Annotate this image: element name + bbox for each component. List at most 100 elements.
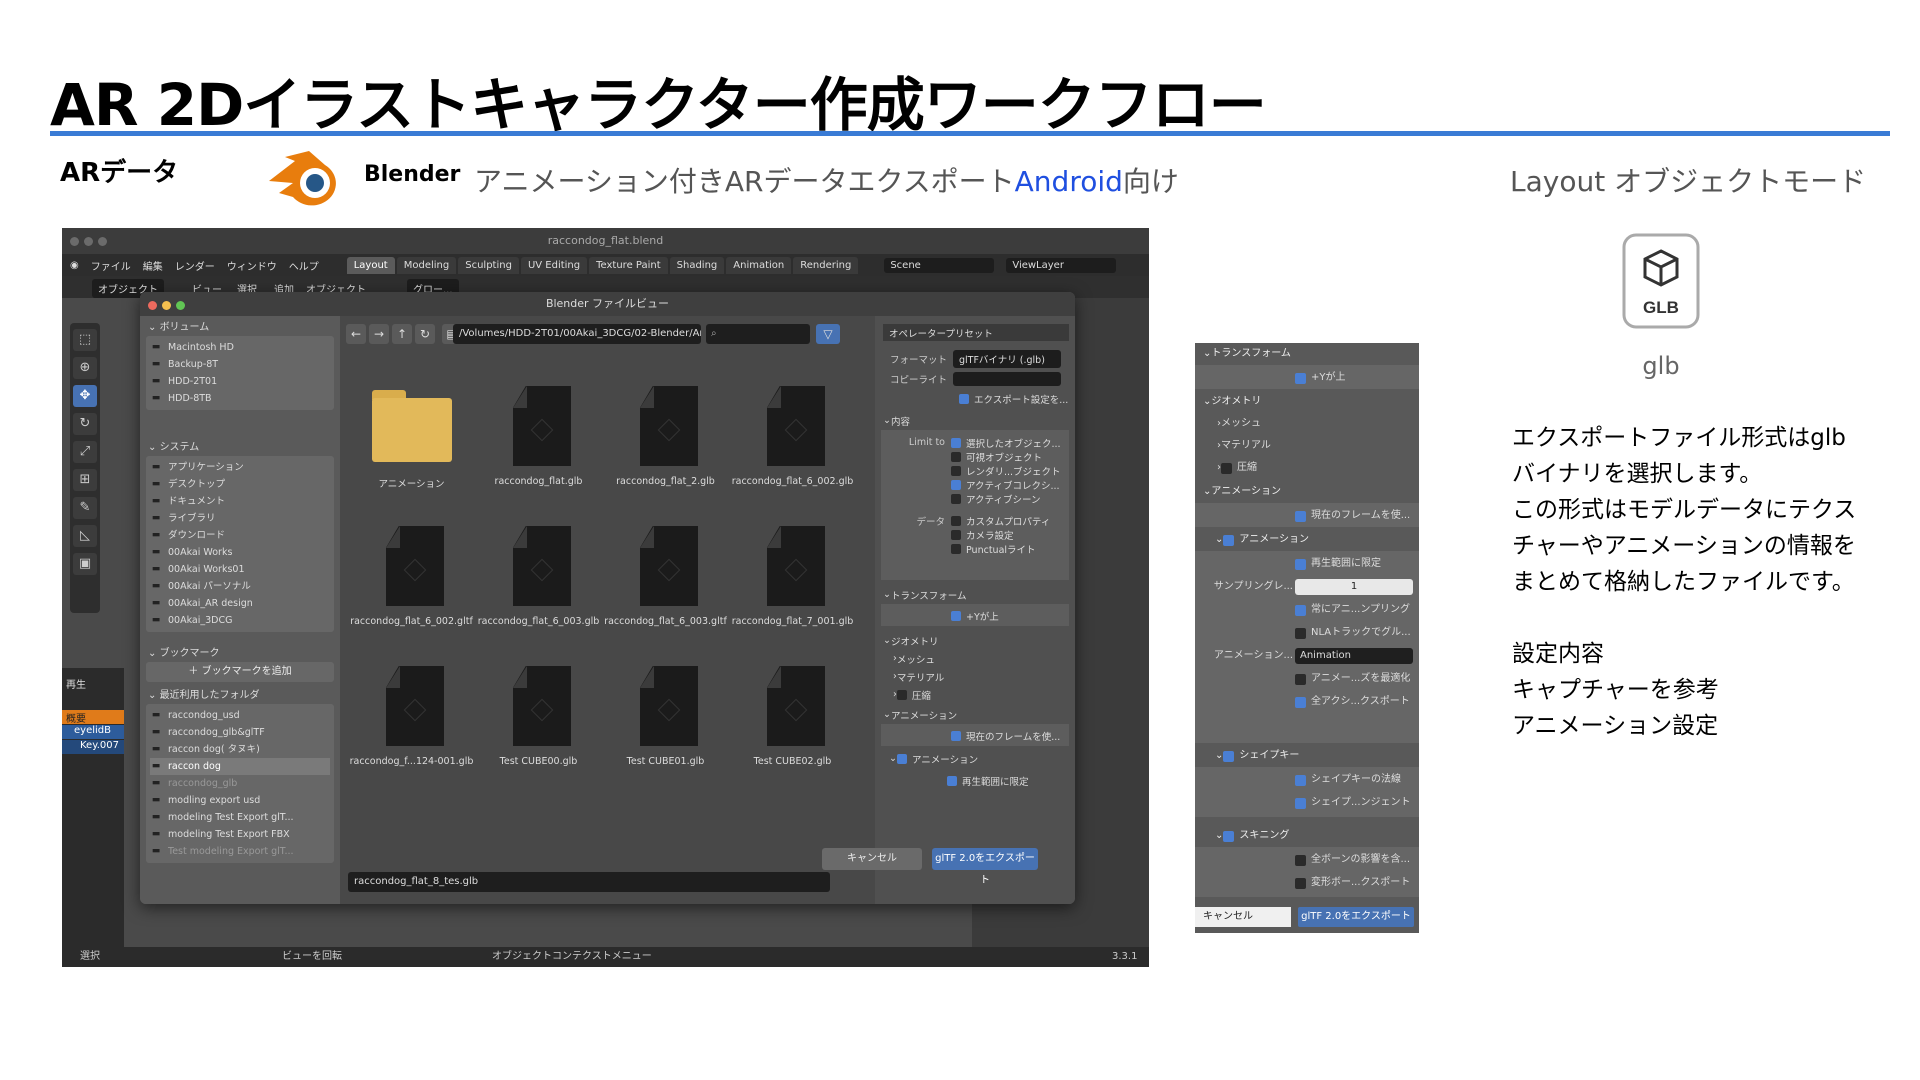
file-item[interactable]: raccondog_flat.glb: [475, 368, 602, 508]
zp-optimize-checkbox[interactable]: アニメー...ズを最適化: [1295, 670, 1505, 688]
zp-shape-tangent-checkbox[interactable]: シェイプ...ンジェント: [1295, 794, 1505, 812]
rotate-tool-icon[interactable]: ↻: [73, 413, 97, 435]
system-item[interactable]: ▬ 00Akai Works01: [150, 561, 330, 578]
bookmarks-header[interactable]: ⌄ ブックマーク: [146, 646, 334, 662]
y-up-checkbox[interactable]: +Yが上: [951, 607, 1075, 624]
system-item[interactable]: ▬ アプリケーション: [150, 459, 330, 476]
geometry-header[interactable]: ⌄ ジオメトリ: [883, 632, 1069, 649]
zp-transform-header[interactable]: ⌄ トランスフォーム: [1203, 345, 1413, 363]
recent-item[interactable]: ▬ raccondog_glb&glTF: [150, 724, 330, 741]
system-item[interactable]: ▬ 00Akai Works: [150, 544, 330, 561]
recent-item[interactable]: ▬ raccondog_glb: [150, 775, 330, 792]
zp-geometry-header[interactable]: ⌄ ジオメトリ: [1203, 393, 1413, 411]
zp-y-up-checkbox[interactable]: +Yが上: [1295, 369, 1505, 387]
back-arrow-icon[interactable]: ←: [346, 324, 366, 344]
tab-sculpting[interactable]: Sculpting: [458, 256, 519, 274]
volume-item[interactable]: ▬ HDD-8TB: [150, 390, 330, 407]
transform-tool-icon[interactable]: ⊞: [73, 469, 97, 491]
zp-shape-keys-header[interactable]: ⌄ シェイプキー: [1215, 747, 1425, 765]
material-header[interactable]: › マテリアル: [883, 668, 1069, 685]
volumes-header[interactable]: ⌄ ボリューム: [146, 320, 334, 336]
copyright-input[interactable]: [953, 371, 1061, 386]
zp-material-header[interactable]: › マテリアル: [1217, 437, 1427, 455]
zp-anim-dropdown[interactable]: Animation: [1295, 648, 1413, 664]
compression-header[interactable]: › 圧縮: [883, 686, 1069, 703]
file-item[interactable]: Test CUBE02.glb: [729, 648, 856, 788]
recent-item[interactable]: ▬ raccon dog: [150, 758, 330, 775]
menu-file[interactable]: ファイル: [91, 258, 131, 273]
volume-item[interactable]: ▬ Backup-8T: [150, 356, 330, 373]
zp-mesh-header[interactable]: › メッシュ: [1217, 415, 1427, 433]
zp-animation-sub-header[interactable]: ⌄ アニメーション: [1215, 531, 1425, 549]
file-item[interactable]: raccondog_flat_6_003.glb: [475, 508, 602, 648]
recent-item[interactable]: ▬ Test modeling Export glT...: [150, 843, 330, 860]
move-tool-icon[interactable]: ✥: [73, 385, 97, 407]
animation-sub-header[interactable]: ⌄ アニメーション: [883, 750, 1069, 767]
parent-dir-icon[interactable]: ↑: [392, 324, 412, 344]
search-input[interactable]: ⌕: [706, 324, 810, 344]
zp-nla-checkbox[interactable]: NLAトラックでグル...: [1295, 624, 1505, 642]
file-item[interactable]: raccondog_flat_2.glb: [602, 368, 729, 508]
zp-all-bone-checkbox[interactable]: 全ボーンの影響を含...: [1295, 851, 1505, 869]
file-item[interactable]: Test CUBE00.glb: [475, 648, 602, 788]
tab-animation[interactable]: Animation: [726, 256, 792, 274]
remember-settings[interactable]: エクスポート設定を...: [883, 390, 1069, 407]
zp-shape-normals-checkbox[interactable]: シェイプキーの法線: [1295, 771, 1505, 789]
window-close-icon[interactable]: [70, 237, 79, 246]
filter-icon[interactable]: ▽: [816, 324, 840, 344]
file-item[interactable]: raccondog_flat_6_003.gltf: [602, 508, 729, 648]
data-checkbox[interactable]: Punctualライト: [881, 540, 1067, 557]
add-bookmark-button[interactable]: ＋ ブックマークを追加: [146, 662, 334, 682]
recent-item[interactable]: ▬ raccondog_usd: [150, 707, 330, 724]
file-item[interactable]: Test CUBE01.glb: [602, 648, 729, 788]
volume-item[interactable]: ▬ Macintosh HD: [150, 339, 330, 356]
folder-item[interactable]: アニメーション: [348, 368, 475, 508]
tab-texture-paint[interactable]: Texture Paint: [589, 256, 668, 274]
tab-rendering[interactable]: Rendering: [793, 256, 859, 274]
viewlayer-field[interactable]: ViewLayer: [1006, 257, 1117, 273]
zp-export-button[interactable]: glTF 2.0をエクスポート: [1298, 907, 1414, 927]
system-item[interactable]: ▬ ダウンロード: [150, 527, 330, 544]
forward-arrow-icon[interactable]: →: [369, 324, 389, 344]
dialog-close-icon[interactable]: [148, 301, 157, 310]
format-dropdown[interactable]: glTFバイナリ (.glb): [953, 349, 1061, 368]
window-zoom-icon[interactable]: [98, 237, 107, 246]
file-item[interactable]: raccondog_flat_6_002.gltf: [348, 508, 475, 648]
cursor-tool-icon[interactable]: ⊕: [73, 357, 97, 379]
refresh-icon[interactable]: ↻: [415, 324, 435, 344]
recent-item[interactable]: ▬ modling export usd: [150, 792, 330, 809]
outliner-key[interactable]: Key.007: [62, 740, 124, 754]
system-header[interactable]: ⌄ システム: [146, 440, 334, 456]
tab-shading[interactable]: Shading: [669, 256, 725, 274]
file-item[interactable]: raccondog_flat_7_001.glb: [729, 508, 856, 648]
filename-input[interactable]: raccondog_flat_8_tes.glb: [348, 872, 830, 892]
volume-item[interactable]: ▬ HDD-2T01: [150, 373, 330, 390]
path-input[interactable]: /Volumes/HDD-2T01/00Akai_3DCG/02-Blender…: [453, 324, 701, 344]
zp-animation-header[interactable]: ⌄ アニメーション: [1203, 483, 1413, 501]
animation-header[interactable]: ⌄ アニメーション: [883, 706, 1069, 723]
operator-preset[interactable]: オペレータープリセット: [883, 324, 1069, 341]
limit-playback-checkbox[interactable]: 再生範囲に限定: [883, 772, 1069, 789]
zp-compression-header[interactable]: › 圧縮: [1217, 459, 1427, 477]
outliner-eyelid[interactable]: eyelidB: [62, 725, 124, 739]
file-item[interactable]: raccondog_flat_6_002.glb: [729, 368, 856, 508]
zp-current-frame-checkbox[interactable]: 現在のフレームを使...: [1295, 507, 1505, 525]
window-minimize-icon[interactable]: [84, 237, 93, 246]
zp-limit-playback-checkbox[interactable]: 再生範囲に限定: [1295, 555, 1505, 573]
select-tool-icon[interactable]: ⬚: [73, 329, 97, 351]
system-item[interactable]: ▬ デスクトップ: [150, 476, 330, 493]
dialog-minimize-icon[interactable]: [162, 301, 171, 310]
limit-checkbox[interactable]: アクティブシーン: [881, 490, 1067, 507]
zp-always-sample-checkbox[interactable]: 常にアニ...ンプリング: [1295, 601, 1505, 619]
outliner-summary[interactable]: 概要: [62, 710, 124, 725]
system-item[interactable]: ▬ 00Akai_3DCG: [150, 612, 330, 629]
recent-item[interactable]: ▬ modeling Test Export glT...: [150, 809, 330, 826]
transform-header[interactable]: ⌄ トランスフォーム: [883, 586, 1069, 603]
system-item[interactable]: ▬ ライブラリ: [150, 510, 330, 527]
recent-item[interactable]: ▬ modeling Test Export FBX: [150, 826, 330, 843]
menu-window[interactable]: ウィンドウ: [227, 258, 277, 273]
scene-field[interactable]: Scene: [884, 257, 995, 273]
measure-tool-icon[interactable]: ◺: [73, 525, 97, 547]
zp-export-all-checkbox[interactable]: 全アクシ...クスポート: [1295, 693, 1505, 711]
add-cube-tool-icon[interactable]: ▣: [73, 553, 97, 575]
